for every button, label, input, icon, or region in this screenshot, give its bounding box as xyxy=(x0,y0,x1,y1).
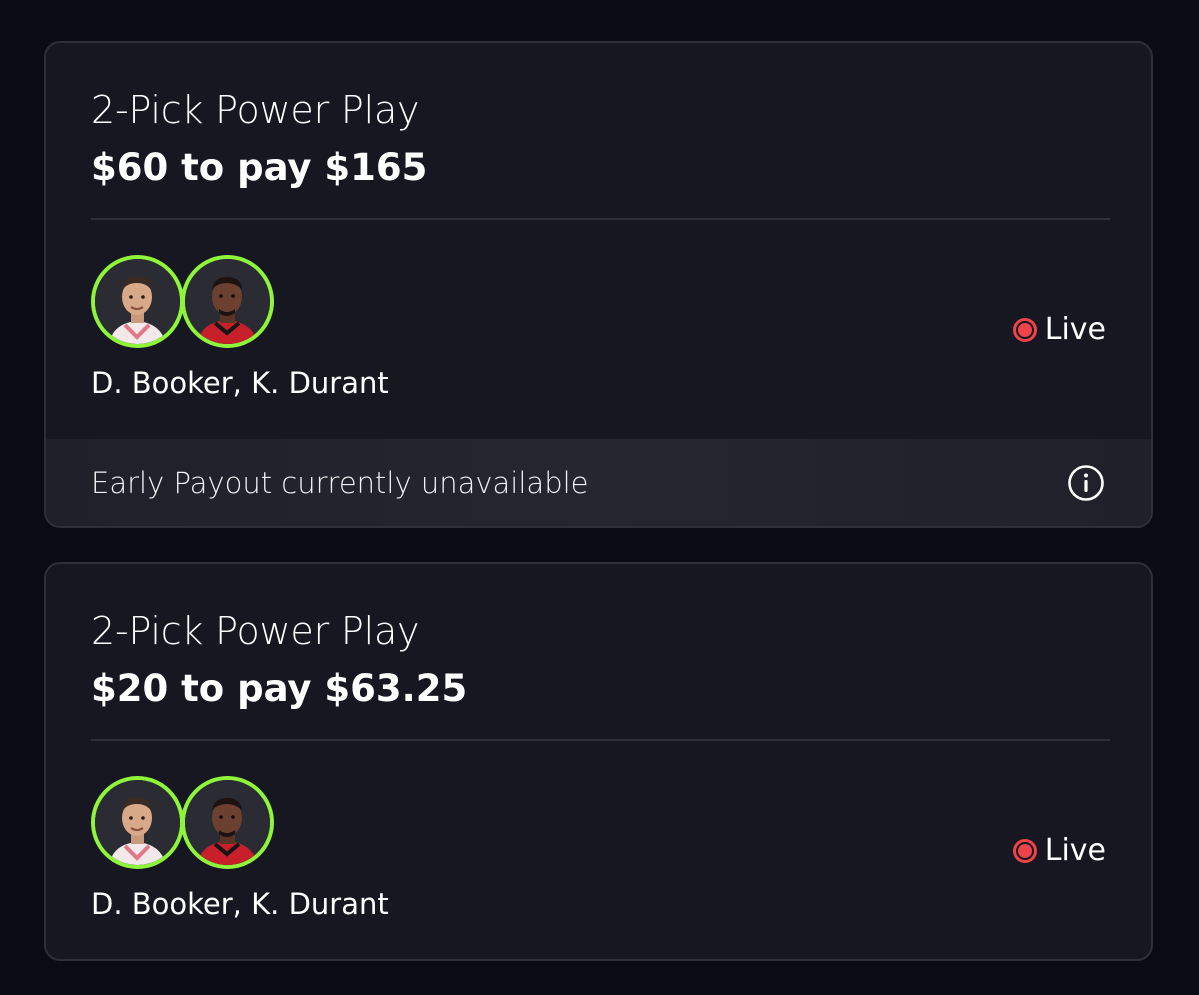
player-photo xyxy=(95,780,180,865)
player-photo xyxy=(185,259,270,344)
record-dot-icon xyxy=(1012,318,1037,342)
player-photo xyxy=(185,780,270,865)
entry-card[interactable]: 2-Pick Power Play $60 to pay $165 D. Boo… xyxy=(44,41,1153,528)
live-label: Live xyxy=(1044,833,1106,868)
live-label: Live xyxy=(1044,312,1106,347)
early-payout-text: Early Payout currently unavailable xyxy=(91,466,589,500)
entry-amount: $60 to pay $165 xyxy=(91,146,428,189)
entry-amount: $20 to pay $63.25 xyxy=(91,667,468,710)
player-avatar-booker xyxy=(91,776,184,869)
player-avatar-booker xyxy=(91,255,184,348)
divider xyxy=(91,218,1110,220)
entry-card[interactable]: 2-Pick Power Play $20 to pay $63.25 D. B… xyxy=(44,562,1153,961)
live-status: Live xyxy=(1012,831,1106,871)
live-status: Live xyxy=(1012,310,1106,350)
player-avatar-durant xyxy=(181,255,274,348)
player-names: D. Booker, K. Durant xyxy=(91,887,389,921)
info-circle-icon[interactable] xyxy=(1067,464,1105,502)
player-avatar-durant xyxy=(181,776,274,869)
record-dot-icon xyxy=(1012,839,1037,863)
entry-title: 2-Pick Power Play xyxy=(91,88,420,132)
divider xyxy=(91,739,1110,741)
entry-title: 2-Pick Power Play xyxy=(91,609,420,653)
player-photo xyxy=(95,259,180,344)
player-names: D. Booker, K. Durant xyxy=(91,366,389,400)
early-payout-bar[interactable]: Early Payout currently unavailable xyxy=(46,439,1151,526)
